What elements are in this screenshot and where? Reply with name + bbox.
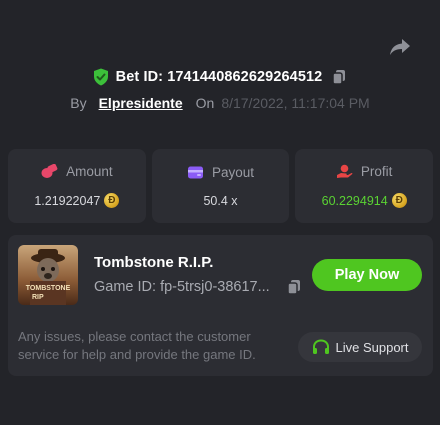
- stat-amount-value-row: 1.21922047 Ð: [34, 193, 120, 208]
- share-button[interactable]: [386, 36, 414, 58]
- bet-id-text: Bet ID: 1741440862629264512: [115, 69, 323, 85]
- stat-amount-value: 1.21922047: [34, 193, 101, 208]
- stat-profit-header: Profit: [336, 164, 393, 179]
- stat-payout-value-row: 50.4 x: [203, 194, 237, 208]
- on-label: On: [195, 95, 215, 111]
- game-card: TOMBSTONE RIP Tombstone R.I.P. Game ID: …: [8, 235, 433, 376]
- thumb-title-line1: TOMBSTONE: [26, 285, 71, 292]
- dogecoin-icon: Ð: [391, 193, 407, 208]
- game-thumbnail[interactable]: TOMBSTONE RIP: [18, 245, 78, 305]
- live-support-label: Live Support: [335, 339, 409, 355]
- byline: By Elpresidente On 8/17/2022, 11:17:04 P…: [0, 93, 440, 113]
- game-id-text: Game ID: fp-5trsj0-38617...: [94, 279, 270, 295]
- headset-icon: [312, 338, 330, 356]
- live-support-button[interactable]: Live Support: [298, 332, 422, 362]
- bet-stats: Amount 1.21922047 Ð Payout 50.4 x Profit…: [8, 149, 434, 223]
- thumb-title-line2: RIP: [32, 294, 44, 301]
- support-help-text: Any issues, please contact the customer …: [18, 329, 256, 362]
- bet-date: 8/17/2022, 11:17:04 PM: [221, 95, 370, 111]
- stat-profit: Profit 60.2294914 Ð: [295, 149, 434, 223]
- share-arrow-icon: [389, 38, 411, 56]
- by-label: By: [70, 95, 87, 111]
- username-link[interactable]: Elpresidente: [99, 95, 183, 111]
- game-id-row: Game ID: fp-5trsj0-38617...: [94, 279, 302, 295]
- stat-amount-label: Amount: [66, 164, 113, 179]
- wallet-icon: [187, 165, 204, 180]
- stat-payout-header: Payout: [187, 165, 254, 180]
- play-now-button[interactable]: Play Now: [312, 259, 422, 291]
- stat-amount: Amount 1.21922047 Ð: [8, 149, 146, 223]
- dogecoin-icon: Ð: [104, 193, 120, 208]
- copy-icon[interactable]: [286, 279, 302, 295]
- copy-icon[interactable]: [331, 69, 347, 85]
- shield-check-icon: [93, 68, 109, 86]
- bet-chips-icon: [41, 164, 58, 179]
- stat-profit-label: Profit: [360, 164, 393, 179]
- game-title[interactable]: Tombstone R.I.P.: [94, 254, 213, 271]
- stat-profit-value-row: 60.2294914 Ð: [322, 193, 407, 208]
- stat-profit-value: 60.2294914: [321, 193, 388, 208]
- stat-amount-header: Amount: [41, 164, 113, 179]
- stat-payout-label: Payout: [211, 164, 255, 180]
- hand-coins-icon: [336, 164, 353, 179]
- bet-id-row: Bet ID: 1741440862629264512: [0, 66, 440, 88]
- stat-payout: Payout 50.4 x: [151, 149, 290, 223]
- stat-payout-value: 50.4 x: [203, 193, 238, 208]
